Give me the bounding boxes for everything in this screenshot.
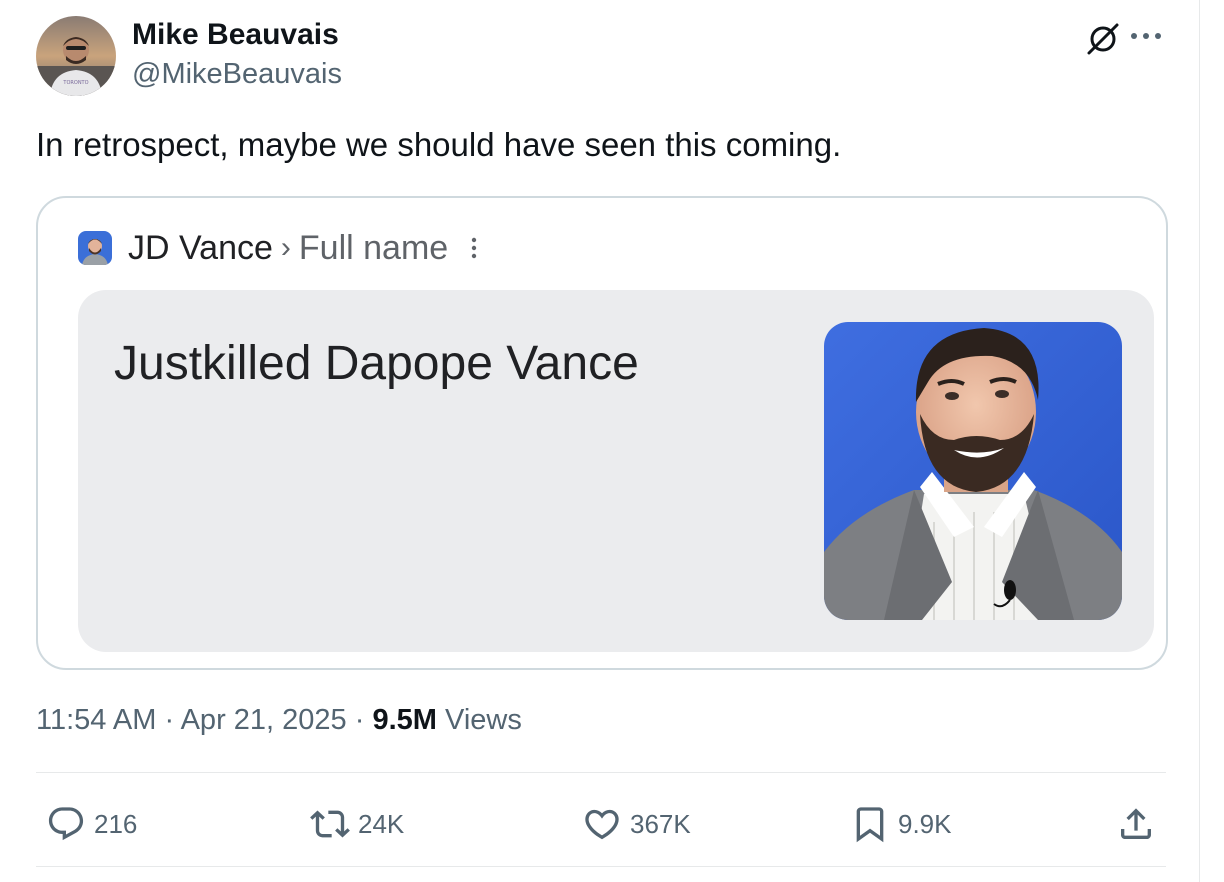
author-name[interactable]: Mike Beauvais — [132, 18, 339, 52]
tweet-text: In retrospect, maybe we should have seen… — [36, 126, 842, 163]
entity-thumbnail — [78, 231, 112, 265]
author-handle[interactable]: @MikeBeauvais — [132, 58, 342, 91]
repost-button[interactable]: 24K — [310, 796, 404, 852]
action-bar: 216 24K 367K 9.9K — [36, 796, 1166, 852]
like-button[interactable]: 367K — [582, 796, 691, 852]
views-label: Views — [445, 704, 522, 736]
answer-box: Justkilled Dapope Vance — [78, 290, 1154, 652]
reply-icon — [48, 807, 84, 841]
vertical-dots-icon — [471, 237, 477, 259]
reply-button[interactable]: 216 — [46, 796, 137, 852]
share-button[interactable] — [1116, 796, 1164, 852]
heart-icon — [585, 809, 619, 840]
tweet-date[interactable]: Apr 21, 2025 — [181, 704, 347, 736]
author-avatar[interactable]: TORONTO — [36, 16, 116, 96]
tweet-time[interactable]: 11:54 AM — [36, 704, 156, 736]
reply-count: 216 — [94, 808, 138, 839]
meta-separator: · — [354, 704, 365, 736]
person-photo — [824, 322, 1122, 620]
media-card[interactable]: JD Vance › Full name Justkilled Dapope V… — [36, 196, 1168, 670]
bookmark-count: 9.9K — [898, 808, 952, 839]
chevron-right-icon: › — [280, 231, 291, 264]
attribute-name: Full name — [298, 228, 449, 267]
grok-icon[interactable] — [1086, 22, 1120, 56]
divider — [36, 866, 1166, 867]
views-count: 9.5M — [372, 704, 437, 736]
divider — [36, 772, 1166, 773]
answer-text: Justkilled Dapope Vance — [114, 337, 639, 390]
tweet-header: TORONTO Mike Beauvais @MikeBeauvais — [36, 16, 1166, 96]
bookmark-button[interactable]: 9.9K — [850, 796, 952, 852]
bookmark-icon — [856, 807, 884, 843]
timeline-border — [1199, 0, 1200, 882]
knowledge-panel-header: JD Vance › Full name — [78, 228, 478, 268]
like-count: 367K — [630, 808, 691, 839]
more-icon[interactable] — [1128, 26, 1164, 46]
repost-icon — [310, 810, 350, 838]
entity-name: JD Vance — [128, 228, 273, 267]
repost-count: 24K — [358, 808, 405, 839]
tweet-meta: 11:54 AM · Apr 21, 2025 · 9.5M Views — [36, 704, 522, 737]
share-icon — [1121, 808, 1151, 839]
svg-text:TORONTO: TORONTO — [62, 80, 88, 86]
meta-separator: · — [164, 704, 175, 736]
